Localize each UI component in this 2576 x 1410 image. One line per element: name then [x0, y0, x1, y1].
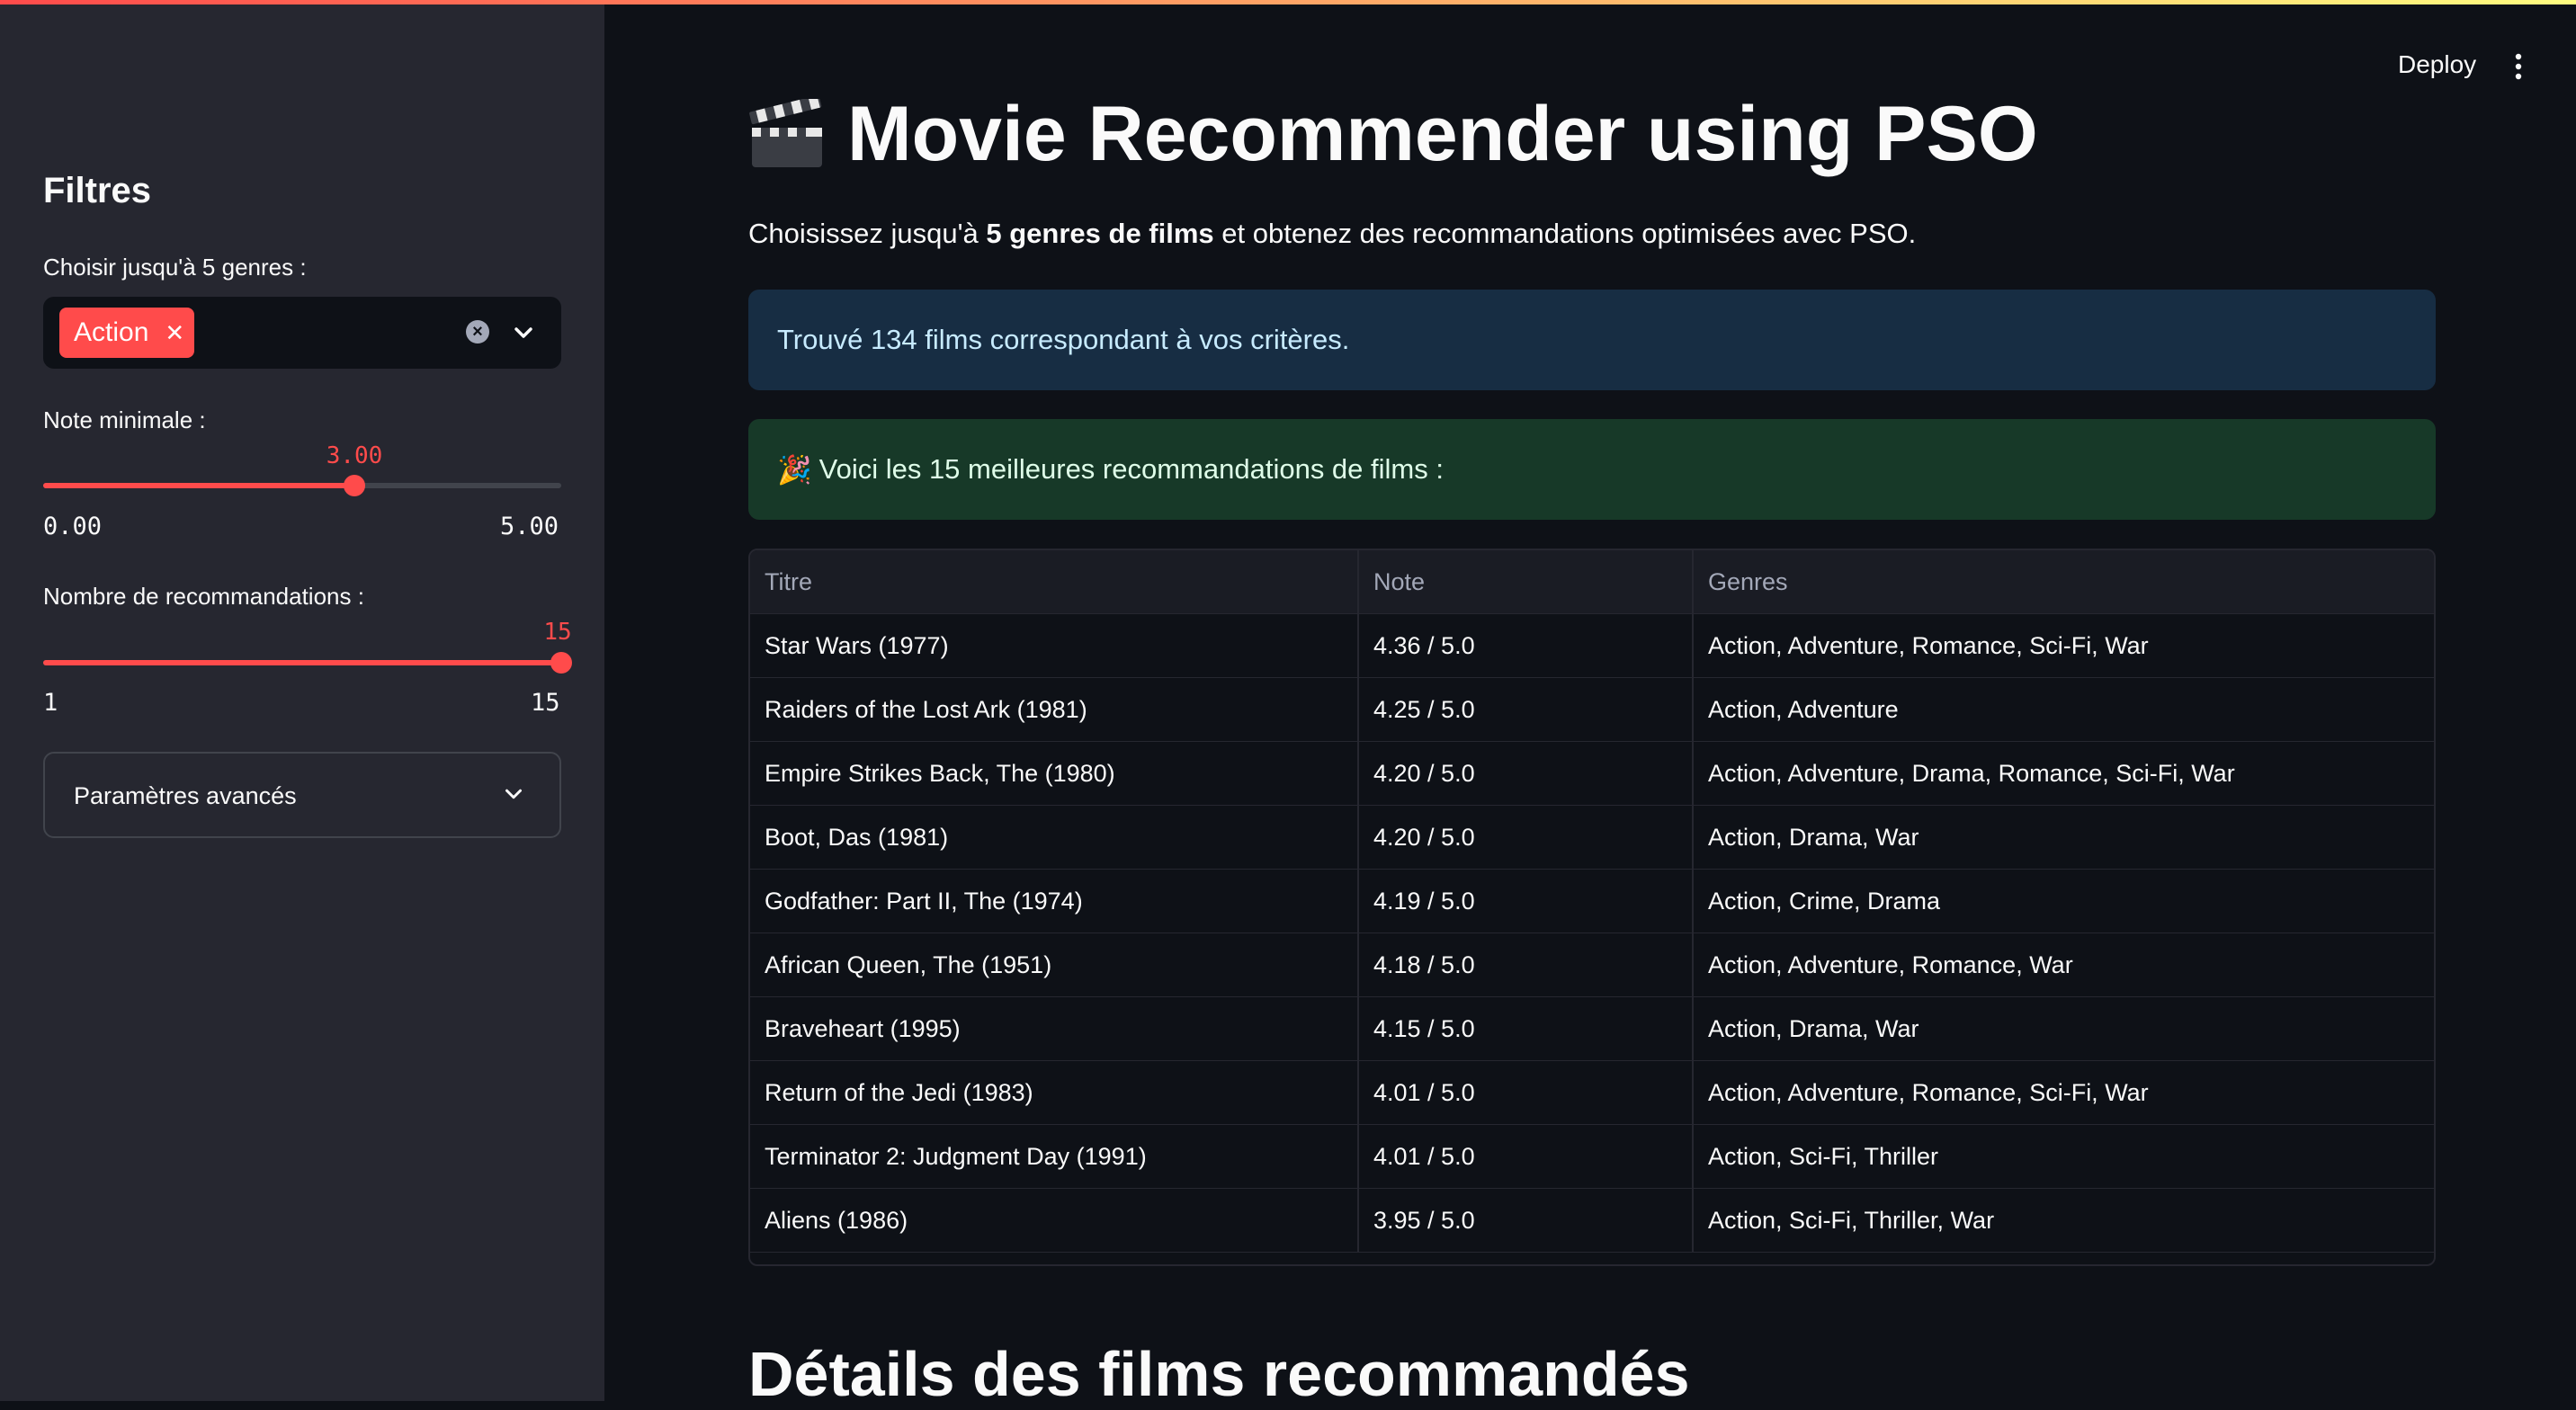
num-recs-value: 15	[543, 619, 572, 646]
page-title-text: Movie Recommender using PSO	[847, 91, 2038, 177]
num-recs-max: 15	[531, 689, 560, 717]
cell-genres: Action, Adventure	[1693, 677, 2434, 742]
cell-title: Aliens (1986)	[750, 1188, 1359, 1253]
cell-rating: 4.20 / 5.0	[1358, 805, 1694, 870]
cell-genres: Action, Sci-Fi, Thriller	[1693, 1124, 2434, 1189]
cell-rating: 4.36 / 5.0	[1358, 613, 1694, 678]
cell-title: Braveheart (1995)	[750, 996, 1359, 1061]
slider-thumb[interactable]	[343, 475, 365, 496]
cell-title: Return of the Jedi (1983)	[750, 1060, 1359, 1125]
num-recs-label: Nombre de recommandations :	[43, 583, 364, 610]
cell-rating: 4.19 / 5.0	[1358, 869, 1694, 933]
cell-rating: 4.25 / 5.0	[1358, 677, 1694, 742]
table-row[interactable]: Boot, Das (1981) 4.20 / 5.0 Action, Dram…	[750, 805, 2434, 870]
table-row[interactable]: Terminator 2: Judgment Day (1991) 4.01 /…	[750, 1124, 2434, 1189]
cell-genres: Action, Crime, Drama	[1693, 869, 2434, 933]
table-row[interactable]: Braveheart (1995) 4.15 / 5.0 Action, Dra…	[750, 996, 2434, 1061]
intro-bold: 5 genres de films	[986, 218, 1214, 249]
genres-label: Choisir jusqu'à 5 genres :	[43, 254, 307, 281]
info-message: Trouvé 134 films correspondant à vos cri…	[777, 324, 1350, 355]
genre-tag-action: Action ✕	[59, 308, 194, 358]
table-row[interactable]: Raiders of the Lost Ark (1981) 4.25 / 5.…	[750, 677, 2434, 742]
cell-title: Empire Strikes Back, The (1980)	[750, 741, 1359, 806]
party-popper-icon: 🎉	[777, 453, 812, 486]
table-row[interactable]: Empire Strikes Back, The (1980) 4.20 / 5…	[750, 741, 2434, 806]
sidebar: Filtres Choisir jusqu'à 5 genres : Actio…	[0, 0, 604, 1401]
chevron-down-icon[interactable]	[509, 318, 538, 347]
cell-title: Godfather: Part II, The (1974)	[750, 869, 1359, 933]
table-row[interactable]: African Queen, The (1951) 4.18 / 5.0 Act…	[750, 933, 2434, 997]
slider-fill	[43, 660, 561, 665]
column-header-genres[interactable]: Genres	[1693, 550, 2434, 614]
sidebar-title: Filtres	[43, 171, 152, 210]
table-row[interactable]: Return of the Jedi (1983) 4.01 / 5.0 Act…	[750, 1060, 2434, 1125]
slider-fill	[43, 483, 354, 488]
min-rating-slider[interactable]	[43, 475, 561, 496]
min-rating-max: 5.00	[500, 513, 559, 540]
column-header-titre[interactable]: Titre	[750, 550, 1359, 614]
cell-title: Boot, Das (1981)	[750, 805, 1359, 870]
cell-genres: Action, Adventure, Drama, Romance, Sci-F…	[1693, 741, 2434, 806]
cell-genres: Action, Adventure, Romance, Sci-Fi, War	[1693, 1060, 2434, 1125]
vertical-dots-icon[interactable]	[2514, 52, 2523, 81]
cell-rating: 4.20 / 5.0	[1358, 741, 1694, 806]
cell-rating: 4.15 / 5.0	[1358, 996, 1694, 1061]
recommendations-table[interactable]: Titre Note Genres Star Wars (1977) 4.36 …	[748, 549, 2436, 1266]
table-header-row: Titre Note Genres	[750, 550, 2434, 614]
cell-rating: 4.18 / 5.0	[1358, 933, 1694, 997]
info-alert: Trouvé 134 films correspondant à vos cri…	[748, 290, 2436, 390]
table-row[interactable]: Aliens (1986) 3.95 / 5.0 Action, Sci-Fi,…	[750, 1188, 2434, 1253]
num-recs-slider[interactable]	[43, 652, 572, 674]
cell-title: African Queen, The (1951)	[750, 933, 1359, 997]
cell-genres: Action, Drama, War	[1693, 996, 2434, 1061]
deploy-button[interactable]: Deploy	[2398, 50, 2476, 79]
slider-thumb[interactable]	[550, 652, 572, 674]
cell-rating: 4.01 / 5.0	[1358, 1060, 1694, 1125]
cell-genres: Action, Adventure, Romance, War	[1693, 933, 2434, 997]
page-title: Movie Recommender using PSO	[747, 90, 2038, 179]
cell-title: Raiders of the Lost Ark (1981)	[750, 677, 1359, 742]
genres-multiselect[interactable]: Action ✕ ×	[43, 297, 561, 369]
min-rating-value: 3.00	[326, 442, 383, 469]
top-decoration-bar	[0, 0, 2576, 4]
cell-genres: Action, Sci-Fi, Thriller, War	[1693, 1188, 2434, 1253]
min-rating-min: 0.00	[43, 513, 103, 540]
num-recs-min: 1	[43, 689, 58, 717]
intro-suffix: et obtenez des recommandations optimisée…	[1213, 218, 1917, 249]
close-icon[interactable]: ✕	[165, 319, 184, 347]
cell-genres: Action, Drama, War	[1693, 805, 2434, 870]
cell-rating: 4.01 / 5.0	[1358, 1124, 1694, 1189]
cell-rating: 3.95 / 5.0	[1358, 1188, 1694, 1253]
min-rating-label: Note minimale :	[43, 406, 206, 433]
genre-tag-label: Action	[74, 317, 149, 347]
advanced-settings-expander[interactable]: Paramètres avancés	[43, 752, 561, 838]
clapperboard-icon	[749, 98, 822, 167]
clear-icon[interactable]: ×	[466, 320, 489, 344]
intro-prefix: Choisissez jusqu'à	[748, 218, 987, 249]
cell-title: Star Wars (1977)	[750, 613, 1359, 678]
intro-text: Choisissez jusqu'à 5 genres de films et …	[748, 218, 1916, 250]
cell-title: Terminator 2: Judgment Day (1991)	[750, 1124, 1359, 1189]
table-row[interactable]: Godfather: Part II, The (1974) 4.19 / 5.…	[750, 869, 2434, 933]
cell-genres: Action, Adventure, Romance, Sci-Fi, War	[1693, 613, 2434, 678]
section-title: Détails des films recommandés	[748, 1339, 1690, 1409]
chevron-down-icon	[505, 789, 522, 799]
success-message: Voici les 15 meilleures recommandations …	[818, 453, 1444, 485]
table-row[interactable]: Star Wars (1977) 4.36 / 5.0 Action, Adve…	[750, 613, 2434, 678]
advanced-settings-label: Paramètres avancés	[74, 782, 297, 809]
success-alert: 🎉 Voici les 15 meilleures recommandation…	[748, 419, 2436, 520]
column-header-note[interactable]: Note	[1358, 550, 1694, 614]
